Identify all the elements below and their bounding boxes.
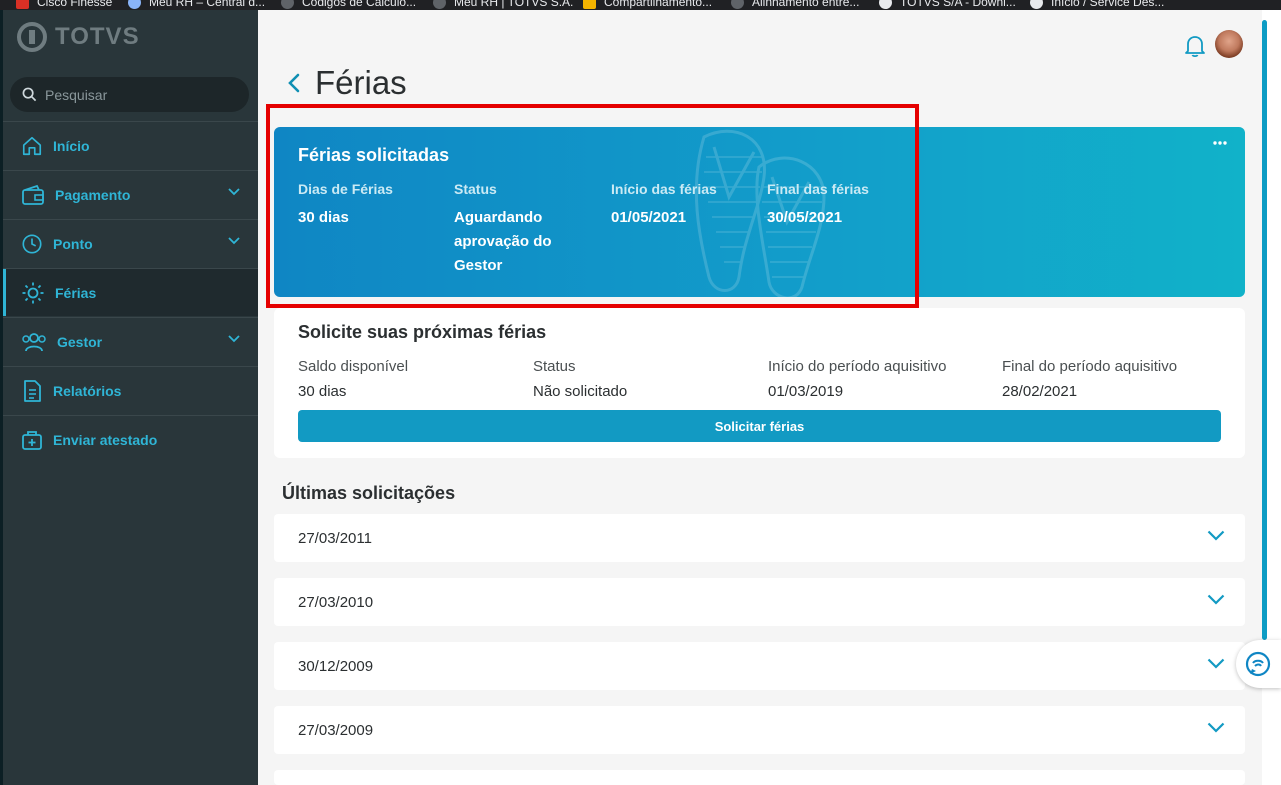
sidebar-item-ponto[interactable]: Ponto <box>3 219 258 267</box>
more-options-icon[interactable] <box>1213 141 1227 145</box>
history-row-date: 27/03/2009 <box>298 721 374 739</box>
bookmark-icon <box>433 0 446 10</box>
chevron-down-icon[interactable] <box>1207 658 1225 669</box>
sidebar-item-inicio[interactable]: Início <box>3 121 258 169</box>
bookmark-icon <box>16 0 29 10</box>
history-row[interactable]: 27/03/2010 <box>274 578 1245 626</box>
field-value: 30 dias <box>298 383 347 400</box>
home-icon <box>22 136 42 155</box>
history-row[interactable]: 27/03/2009 <box>274 706 1245 754</box>
bookmark-icon <box>731 0 744 10</box>
chevron-down-icon[interactable] <box>1207 722 1225 733</box>
history-row[interactable] <box>274 770 1245 785</box>
sidebar-item-gestor[interactable]: Gestor <box>3 317 258 365</box>
chevron-down-icon <box>228 237 240 245</box>
search-box[interactable] <box>10 77 249 112</box>
field-value: 28/02/2021 <box>1002 383 1078 400</box>
bookmark-icon <box>128 0 141 10</box>
field-value: 01/03/2019 <box>768 383 844 400</box>
sidebar-item-ferias[interactable]: Férias <box>3 268 258 316</box>
sidebar-item-label: Férias <box>55 284 97 301</box>
highlight-box <box>266 104 919 308</box>
request-vacation-button[interactable]: Solicitar férias <box>298 410 1221 442</box>
sun-icon <box>22 282 44 303</box>
sidebar-item-label: Pagamento <box>55 186 131 203</box>
bookmark-item[interactable]: Códigos de Cálculo... <box>281 0 416 10</box>
sidebar-item-label: Gestor <box>57 333 103 350</box>
next-field-status: Status Não solicitado <box>533 358 627 400</box>
bell-icon[interactable] <box>1184 34 1206 58</box>
bookmark-item[interactable]: Meu RH – Central d... <box>128 0 265 10</box>
wallet-icon <box>22 184 44 205</box>
bookmark-item[interactable]: Meu RH | TOTVS S.A. <box>433 0 573 10</box>
chat-icon <box>1245 651 1271 677</box>
bookmark-icon <box>1030 0 1043 10</box>
bookmark-icon <box>879 0 892 10</box>
search-input[interactable] <box>45 86 225 103</box>
bookmark-icon <box>583 0 596 10</box>
people-icon <box>22 332 46 351</box>
history-row-date: 27/03/2011 <box>298 529 372 547</box>
avatar[interactable] <box>1215 30 1243 58</box>
chevron-down-icon <box>228 188 240 196</box>
sidebar-item-label: Relatórios <box>53 382 122 399</box>
next-field-balance: Saldo disponível 30 dias <box>298 358 408 400</box>
chevron-down-icon[interactable] <box>1207 594 1225 605</box>
chevron-down-icon <box>228 335 240 343</box>
sidebar-item-label: Início <box>53 137 90 154</box>
next-title: Solicite suas próximas férias <box>298 322 547 342</box>
back-arrow-icon[interactable] <box>287 72 301 94</box>
history-row[interactable]: 30/12/2009 <box>274 642 1245 690</box>
sidebar-item-pagamento[interactable]: Pagamento <box>3 170 258 218</box>
page-title: Férias <box>315 64 407 101</box>
field-label: Final do período aquisitivo <box>1002 358 1178 375</box>
chat-widget[interactable] <box>1236 640 1281 688</box>
chevron-down-icon[interactable] <box>1207 530 1225 541</box>
sidebar-item-label: Ponto <box>53 235 93 252</box>
sidebar-item-label: Enviar atestado <box>53 431 158 448</box>
bookmark-item[interactable]: Alinhamento entre... <box>731 0 859 10</box>
history-title: Últimas solicitações <box>282 483 456 503</box>
next-vacation-card: Solicite suas próximas férias Saldo disp… <box>274 308 1245 458</box>
field-value: Não solicitado <box>533 383 628 400</box>
document-icon <box>24 379 41 402</box>
history-row[interactable]: 27/03/2011 <box>274 514 1245 562</box>
clock-icon <box>22 233 42 254</box>
medical-bag-icon <box>22 430 42 450</box>
brand-name: TOTVS <box>55 23 140 50</box>
sidebar-item-relatorios[interactable]: Relatórios <box>3 366 258 414</box>
history-row-date: 27/03/2010 <box>298 593 374 611</box>
next-field-period-start: Início do período aquisitivo 01/03/2019 <box>768 358 946 400</box>
history-row-date: 30/12/2009 <box>298 657 374 675</box>
bookmark-item[interactable]: Compartilhamento... <box>583 0 712 10</box>
sidebar-item-enviar-atestado[interactable]: Enviar atestado <box>3 415 258 463</box>
scrollbar-thumb[interactable] <box>1262 20 1267 640</box>
bookmarks-bar: Cisco Finesse Meu RH – Central d... Códi… <box>0 0 1281 10</box>
page-header: Férias <box>287 64 407 102</box>
bookmark-item[interactable]: TOTVS S/A - Downl... <box>879 0 1016 10</box>
bookmark-icon <box>281 0 294 10</box>
bookmark-item[interactable]: Cisco Finesse <box>16 0 112 10</box>
next-field-period-end: Final do período aquisitivo 28/02/2021 <box>1002 358 1177 400</box>
brand-logo[interactable]: TOTVS <box>17 22 140 52</box>
bookmark-item[interactable]: Início / Service Des... <box>1030 0 1164 10</box>
search-icon <box>22 87 37 102</box>
field-label: Status <box>533 358 576 375</box>
field-label: Início do período aquisitivo <box>768 358 947 375</box>
field-label: Saldo disponível <box>298 358 409 375</box>
totvs-logo-icon <box>17 22 47 52</box>
